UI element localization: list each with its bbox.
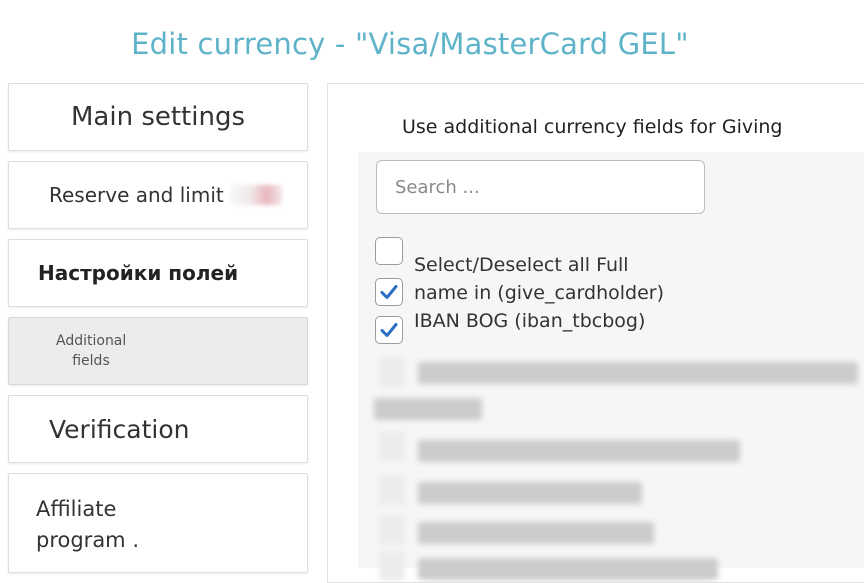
sidebar-item-label: Verification: [49, 414, 190, 444]
blurred-field-label: [418, 440, 740, 462]
page-title: Edit currency - "Visa/MasterCard GEL": [131, 27, 689, 61]
blurred-checkbox: [380, 552, 404, 580]
sidebar-item-label-line2: fields: [72, 353, 110, 369]
field-checkbox-cardholder[interactable]: [375, 278, 403, 306]
sidebar-item-affiliate-program[interactable]: Affiliate program .: [8, 473, 308, 573]
blurred-checkbox: [380, 432, 404, 460]
select-all-checkbox[interactable]: [375, 237, 403, 265]
sidebar-item-label-line1: Affiliate: [36, 497, 117, 521]
sidebar-item-label: Настройки полей: [38, 261, 239, 285]
field-label-cardholder: name in (give_cardholder): [414, 282, 665, 304]
field-checkbox-iban[interactable]: [375, 316, 403, 344]
checkmark-icon: [380, 323, 398, 337]
blurred-checkbox: [380, 516, 404, 544]
blurred-field-label: [418, 522, 654, 544]
checkmark-icon: [380, 285, 398, 299]
sidebar-item-main-settings[interactable]: Main settings: [8, 83, 308, 151]
blurred-badge: [229, 185, 282, 205]
search-input[interactable]: [376, 160, 705, 214]
sidebar-item-verification[interactable]: Verification: [8, 395, 308, 463]
field-label-iban: IBAN BOG (iban_tbcbog): [414, 310, 646, 332]
select-all-label: Select/Deselect all Full: [414, 254, 629, 276]
sidebar-item-label-line1: Additional: [56, 333, 127, 349]
fields-list-area: [358, 152, 864, 568]
blurred-checkbox: [380, 358, 404, 386]
sidebar-item-field-settings[interactable]: Настройки полей: [8, 239, 308, 307]
sidebar-item-label-line2: program .: [36, 528, 139, 552]
blurred-field-label: [418, 482, 642, 504]
sidebar-item-label: Main settings: [70, 102, 245, 132]
section-heading: Use additional currency fields for Givin…: [402, 116, 783, 138]
sidebar-item-label: Reserve and limit: [49, 183, 224, 207]
blurred-field-label: [374, 398, 482, 420]
blurred-field-label: [418, 558, 718, 580]
sidebar-item-reserve-and-limit[interactable]: Reserve and limit: [8, 161, 308, 229]
sidebar-item-additional-fields[interactable]: Additional fields: [8, 317, 308, 385]
blurred-field-label: [418, 362, 858, 384]
blurred-checkbox: [380, 476, 404, 504]
